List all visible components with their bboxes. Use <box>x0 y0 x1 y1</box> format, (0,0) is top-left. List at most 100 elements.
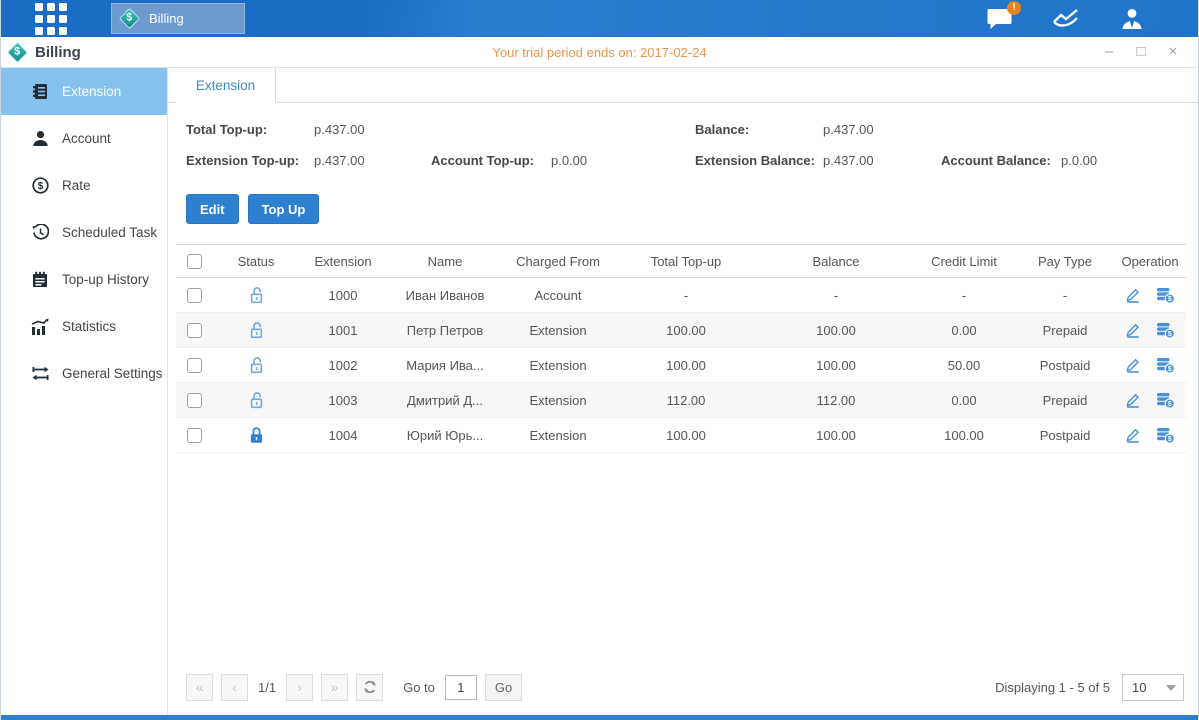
top-up-icon[interactable]: $ <box>1156 287 1175 304</box>
transfer-arrows-icon <box>31 366 49 381</box>
top-up-icon[interactable]: $ <box>1156 322 1175 339</box>
close-button[interactable]: × <box>1164 43 1182 61</box>
total-topup-cell: 100.00 <box>612 313 760 348</box>
balance-cell: 100.00 <box>760 313 912 348</box>
col-operation: Operation <box>1114 245 1186 278</box>
table-row[interactable]: 1001Петр ПетровExtension100.00100.000.00… <box>176 313 1186 348</box>
sidebar-item-label: Extension <box>62 84 121 99</box>
top-up-button[interactable]: Top Up <box>248 194 320 224</box>
total-topup-label: Total Top-up: <box>186 122 267 137</box>
tab-bar: Extension <box>168 68 1198 103</box>
svg-text:$: $ <box>1168 296 1172 303</box>
goto-page-input[interactable] <box>445 675 477 700</box>
extension-cell: 1001 <box>300 313 386 348</box>
tab-extension[interactable]: Extension <box>176 68 276 103</box>
table-row[interactable]: 1004Юрий Юрь...Extension100.00100.00100.… <box>176 418 1186 453</box>
balance-cell: 100.00 <box>760 348 912 383</box>
edit-icon[interactable] <box>1125 392 1141 408</box>
table-row[interactable]: 1003Дмитрий Д...Extension112.00112.000.0… <box>176 383 1186 418</box>
row-checkbox[interactable] <box>187 288 202 303</box>
col-total-topup: Total Top-up <box>612 245 760 278</box>
minimize-button[interactable]: – <box>1100 43 1118 61</box>
sidebar-item-general-settings[interactable]: General Settings <box>1 350 167 397</box>
operation-cell: $ <box>1114 287 1186 304</box>
pay-type-cell: Prepaid <box>1016 313 1114 348</box>
balance-value: p.437.00 <box>823 122 874 137</box>
name-cell: Мария Ива... <box>386 348 504 383</box>
go-button[interactable]: Go <box>485 674 522 701</box>
svg-text:$: $ <box>1168 331 1172 338</box>
credit-limit-cell: 0.00 <box>912 383 1016 418</box>
pagination-bar: « ‹ 1/1 › » Go to Go Displaying 1 - 5 of… <box>186 673 1184 701</box>
page-size-select[interactable]: 10 <box>1122 674 1184 701</box>
edit-icon[interactable] <box>1125 357 1141 373</box>
top-up-icon[interactable]: $ <box>1156 427 1175 444</box>
charged-from-cell: Extension <box>504 313 612 348</box>
row-checkbox[interactable] <box>187 393 202 408</box>
sidebar-item-extension[interactable]: Extension <box>1 68 167 115</box>
sidebar: Extension Account $ Rate Scheduled Task … <box>1 68 168 715</box>
edit-icon[interactable] <box>1125 322 1141 338</box>
bar-chart-icon <box>31 318 49 335</box>
sidebar-item-scheduled-task[interactable]: Scheduled Task <box>1 209 167 256</box>
col-name: Name <box>386 245 504 278</box>
pay-type-cell: - <box>1016 278 1114 313</box>
charged-from-cell: Extension <box>504 383 612 418</box>
top-up-icon[interactable]: $ <box>1156 357 1175 374</box>
extension-cell: 1003 <box>300 383 386 418</box>
next-page-button[interactable]: › <box>286 674 313 701</box>
sidebar-item-label: Statistics <box>62 319 116 334</box>
summary-panel: Total Top-up: p.437.00 Balance: p.437.00… <box>168 116 1198 182</box>
reports-chart-icon[interactable] <box>1052 7 1080 31</box>
total-topup-cell: 100.00 <box>612 418 760 453</box>
last-page-button[interactable]: » <box>321 674 348 701</box>
messages-icon[interactable]: ! <box>986 7 1014 31</box>
app-title: $ Billing <box>1 44 81 61</box>
sidebar-item-topup-history[interactable]: Top-up History <box>1 256 167 303</box>
total-topup-cell: 100.00 <box>612 348 760 383</box>
status-cell <box>212 383 300 418</box>
sidebar-item-account[interactable]: Account <box>1 115 167 162</box>
refresh-icon[interactable] <box>356 674 383 701</box>
charged-from-cell: Extension <box>504 348 612 383</box>
operation-cell: $ <box>1114 427 1186 444</box>
taskbar-item-billing[interactable]: $ Billing <box>111 3 245 34</box>
balance-cell: 100.00 <box>760 418 912 453</box>
prev-page-button[interactable]: ‹ <box>221 674 248 701</box>
extensions-table: Status Extension Name Charged From Total… <box>176 244 1186 453</box>
top-up-icon[interactable]: $ <box>1156 392 1175 409</box>
table-header-row: Status Extension Name Charged From Total… <box>176 245 1186 278</box>
sidebar-item-rate[interactable]: $ Rate <box>1 162 167 209</box>
ledger-icon <box>31 83 49 100</box>
sidebar-item-label: Account <box>62 131 111 146</box>
sidebar-item-statistics[interactable]: Statistics <box>1 303 167 350</box>
sidebar-item-label: Rate <box>62 178 91 193</box>
status-cell <box>212 313 300 348</box>
table-row[interactable]: 1000Иван ИвановAccount----$ <box>176 278 1186 313</box>
user-account-icon[interactable] <box>1118 7 1146 31</box>
edit-icon[interactable] <box>1125 287 1141 303</box>
first-page-button[interactable]: « <box>186 674 213 701</box>
row-checkbox[interactable] <box>187 428 202 443</box>
table-row[interactable]: 1002Мария Ива...Extension100.00100.0050.… <box>176 348 1186 383</box>
edit-button[interactable]: Edit <box>186 194 239 224</box>
col-pay-type: Pay Type <box>1016 245 1114 278</box>
page-size-value: 10 <box>1132 680 1146 695</box>
row-checkbox[interactable] <box>187 358 202 373</box>
apps-grid-icon[interactable] <box>35 3 67 35</box>
lock-open-icon <box>249 356 264 374</box>
status-cell <box>212 278 300 313</box>
svg-text:$: $ <box>1168 401 1172 408</box>
svg-text:$: $ <box>1168 366 1172 373</box>
operation-cell: $ <box>1114 357 1186 374</box>
person-icon <box>31 130 49 147</box>
select-all-checkbox[interactable] <box>187 254 202 269</box>
row-checkbox[interactable] <box>187 323 202 338</box>
credit-limit-cell: 0.00 <box>912 313 1016 348</box>
maximize-button[interactable]: □ <box>1132 43 1150 61</box>
goto-label: Go to <box>403 680 435 695</box>
account-balance-value: p.0.00 <box>1061 153 1097 168</box>
main-content: Extension Total Top-up: p.437.00 Balance… <box>168 68 1198 715</box>
edit-icon[interactable] <box>1125 427 1141 443</box>
credit-limit-cell: - <box>912 278 1016 313</box>
